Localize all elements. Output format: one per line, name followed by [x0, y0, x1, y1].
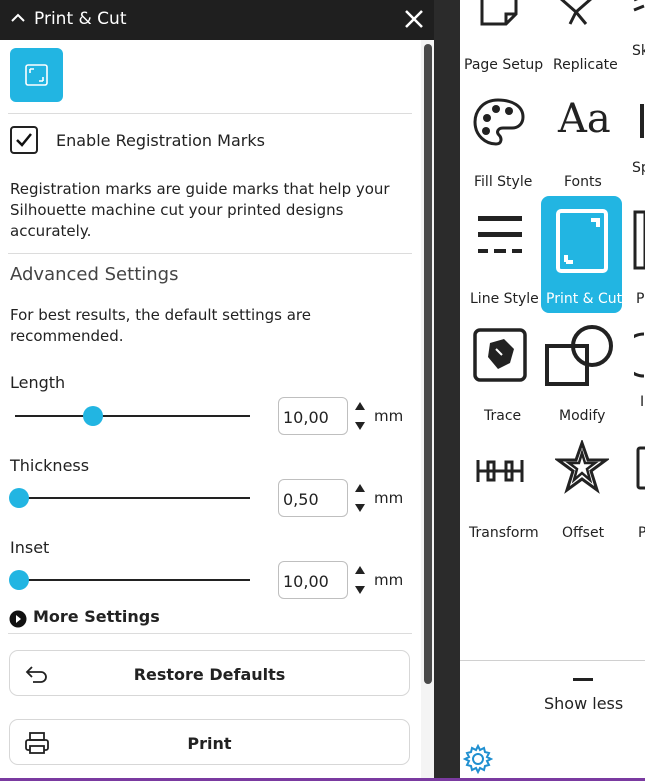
- panel-title: Print & Cut: [34, 9, 127, 29]
- scrollbar-thumb[interactable]: [424, 44, 432, 684]
- tool-label: Sp: [632, 160, 645, 176]
- divider: [8, 253, 412, 254]
- line-style-icon[interactable]: [476, 210, 524, 260]
- inset-unit: mm: [374, 571, 404, 589]
- registration-marks-tab[interactable]: [10, 48, 63, 102]
- enable-registration-checkbox[interactable]: [10, 126, 38, 154]
- advanced-settings-heading: Advanced Settings: [10, 264, 179, 285]
- expand-arrow-icon[interactable]: [9, 610, 27, 628]
- trace-icon[interactable]: [472, 327, 528, 383]
- description-line: Registration marks are guide marks that …: [10, 180, 390, 198]
- length-input[interactable]: 10,00: [278, 397, 348, 435]
- inset-input[interactable]: 10,00: [278, 561, 348, 599]
- page-setup-icon[interactable]: [478, 0, 520, 30]
- sketch-icon[interactable]: [632, 0, 645, 24]
- length-label: Length: [10, 373, 66, 392]
- transform-icon[interactable]: [474, 450, 526, 492]
- divider: [8, 113, 412, 114]
- inset-slider-knob[interactable]: [9, 570, 29, 590]
- tool-label: P: [638, 525, 645, 541]
- i-tool-icon[interactable]: [634, 332, 645, 378]
- p-tool-icon[interactable]: [633, 210, 645, 270]
- tool-label-active: Print & Cut: [546, 291, 623, 307]
- p-tool-icon[interactable]: [636, 446, 645, 490]
- tool-label: Replicate: [553, 57, 618, 73]
- offset-star-icon[interactable]: [555, 440, 609, 496]
- length-stepper[interactable]: [354, 398, 366, 434]
- tool-label: Fonts: [564, 174, 602, 190]
- check-icon: [16, 133, 32, 147]
- panel-header: Print & Cut: [0, 0, 434, 40]
- print-label: Print: [187, 734, 232, 753]
- advanced-description-line: recommended.: [10, 327, 124, 345]
- sp-icon[interactable]: [640, 104, 644, 138]
- close-icon[interactable]: [403, 8, 425, 30]
- length-unit: mm: [374, 407, 404, 425]
- fonts-icon[interactable]: Aa: [558, 96, 611, 142]
- inset-stepper[interactable]: [354, 562, 366, 598]
- divider: [8, 633, 412, 634]
- thickness-label: Thickness: [10, 456, 90, 475]
- registration-marks-icon: [25, 64, 48, 86]
- chevron-up-icon[interactable]: [10, 10, 26, 26]
- tool-label: Trace: [484, 408, 522, 424]
- show-less-button[interactable]: Show less: [544, 694, 623, 713]
- restore-defaults-button[interactable]: Restore Defaults: [9, 650, 410, 696]
- inset-slider-track[interactable]: [15, 579, 250, 581]
- tool-palette: Page Setup Replicate Sk Aa Fill Style Fo…: [460, 0, 645, 781]
- description-line: accurately.: [10, 222, 92, 240]
- gear-icon[interactable]: [463, 744, 493, 774]
- tool-label: Offset: [562, 525, 605, 541]
- advanced-description-line: For best results, the default settings a…: [10, 306, 311, 324]
- more-settings-toggle[interactable]: More Settings: [33, 607, 160, 626]
- length-slider-track[interactable]: [15, 415, 250, 417]
- tool-label: Line Style: [470, 291, 539, 307]
- modify-icon[interactable]: [544, 324, 614, 388]
- fill-style-palette-icon[interactable]: [472, 96, 526, 148]
- inset-label: Inset: [10, 538, 50, 557]
- collapse-handle-icon[interactable]: [573, 678, 593, 681]
- print-cut-icon: [556, 209, 608, 273]
- enable-registration-label: Enable Registration Marks: [56, 131, 265, 150]
- thickness-unit: mm: [374, 489, 404, 507]
- thickness-slider-knob[interactable]: [9, 488, 29, 508]
- tool-label: I: [640, 394, 645, 410]
- print-cut-panel: Print & Cut Enable Registration Marks Re…: [0, 0, 434, 781]
- print-button[interactable]: Print: [9, 719, 410, 765]
- description-line: Silhouette machine cut your printed desi…: [10, 201, 344, 219]
- tool-label: Fill Style: [474, 174, 533, 190]
- restore-defaults-label: Restore Defaults: [133, 665, 286, 684]
- tool-label: Modify: [559, 408, 606, 424]
- length-slider-knob[interactable]: [83, 406, 103, 426]
- tool-label: Sk: [632, 43, 645, 59]
- tool-label: Transform: [469, 525, 539, 541]
- thickness-stepper[interactable]: [354, 480, 366, 516]
- divider: [460, 660, 645, 661]
- replicate-icon[interactable]: [556, 0, 596, 28]
- tool-label: Page Setup: [464, 57, 544, 73]
- thickness-slider-track[interactable]: [15, 497, 250, 499]
- tool-label: P: [636, 291, 645, 307]
- thickness-input[interactable]: 0,50: [278, 479, 348, 517]
